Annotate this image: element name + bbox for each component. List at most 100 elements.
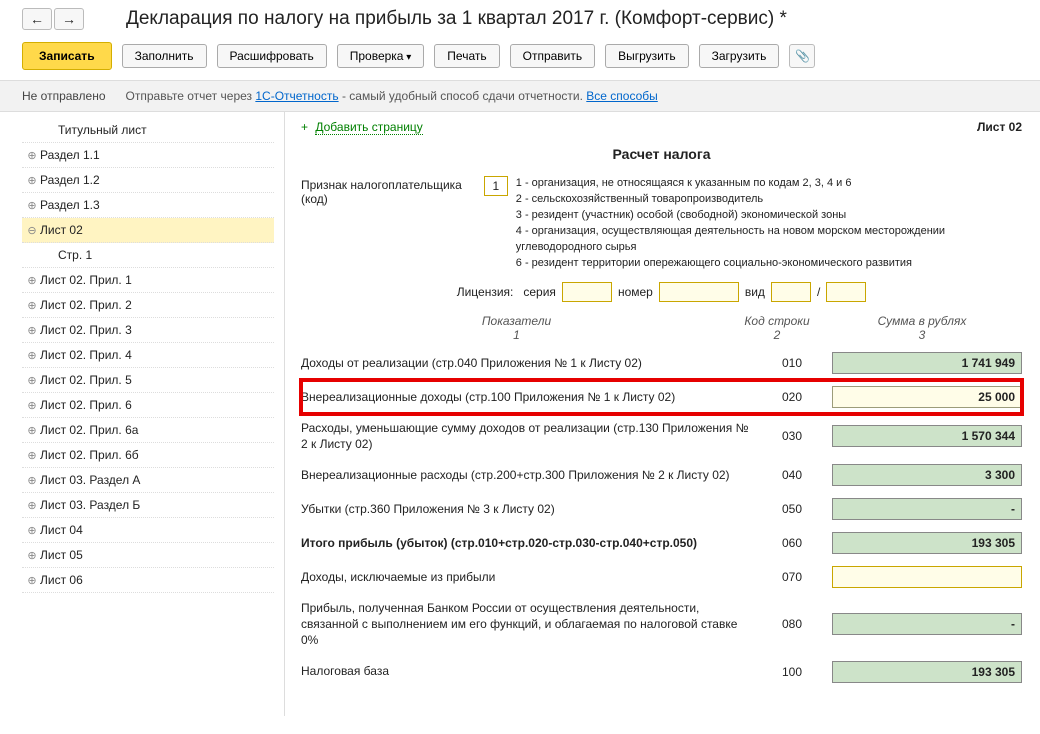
add-page-link[interactable]: + Добавить страницу	[301, 120, 423, 134]
table-row: Убытки (стр.360 Приложения № 3 к Листу 0…	[301, 492, 1022, 526]
print-button[interactable]: Печать	[434, 44, 499, 68]
row-sum-input[interactable]: 3 300	[832, 464, 1022, 486]
taxpayer-codes-description: 1 - организация, не относящаяся к указан…	[516, 176, 1022, 272]
check-button[interactable]: Проверка	[337, 44, 425, 68]
sidebar-item[interactable]: ⊕Лист 02. Прил. 3	[22, 318, 274, 343]
taxpayer-code-line: 2 - сельскохозяйственный товаропроизводи…	[516, 192, 1022, 208]
row-sum-input[interactable]: 193 305	[832, 661, 1022, 683]
sidebar-item[interactable]: ⊕Лист 02. Прил. 6б	[22, 443, 274, 468]
expand-icon[interactable]: ⊕	[24, 324, 40, 337]
expand-icon[interactable]: ⊕	[24, 574, 40, 587]
attach-button[interactable]: 📎	[789, 44, 815, 68]
expand-icon[interactable]: ⊕	[24, 399, 40, 412]
sidebar-item-label: Раздел 1.3	[40, 198, 100, 212]
sidebar-item-label: Лист 02. Прил. 2	[40, 298, 132, 312]
import-button[interactable]: Загрузить	[699, 44, 780, 68]
nav-forward-button[interactable]: →	[54, 8, 84, 30]
expand-icon[interactable]: ⊕	[24, 474, 40, 487]
row-description: Прибыль, полученная Банком России от осу…	[301, 600, 762, 649]
decode-button[interactable]: Расшифровать	[217, 44, 327, 68]
taxpayer-code-line: 4 - организация, осуществляющая деятельн…	[516, 224, 1022, 256]
sidebar-item-label: Титульный лист	[58, 123, 147, 137]
sidebar-item[interactable]: ⊕Раздел 1.2	[22, 168, 274, 193]
sidebar-item-label: Лист 03. Раздел Б	[40, 498, 140, 512]
row-description: Налоговая база	[301, 663, 762, 679]
export-button[interactable]: Выгрузить	[605, 44, 689, 68]
sidebar-item[interactable]: ⊕Лист 02. Прил. 5	[22, 368, 274, 393]
sidebar-item[interactable]: ⊕Лист 04	[22, 518, 274, 543]
sidebar-item[interactable]: ⊕Лист 06	[22, 568, 274, 593]
sidebar-item[interactable]: ⊕Лист 02. Прил. 6	[22, 393, 274, 418]
row-sum-input[interactable]: -	[832, 613, 1022, 635]
taxpayer-code-input[interactable]: 1	[484, 176, 508, 196]
expand-icon[interactable]: ⊕	[24, 449, 40, 462]
row-code: 050	[762, 502, 822, 516]
row-sum-input[interactable]: 25 000	[832, 386, 1022, 408]
paperclip-icon: 📎	[795, 49, 810, 63]
save-button[interactable]: Записать	[22, 42, 112, 70]
col-2-num: 2	[774, 328, 781, 342]
expand-icon[interactable]: ⊕	[24, 149, 40, 162]
expand-icon[interactable]: ⊕	[24, 424, 40, 437]
sheet-label: Лист 02	[977, 120, 1022, 134]
sidebar-item[interactable]: ⊕Лист 02. Прил. 1	[22, 268, 274, 293]
table-row: Внереализационные доходы (стр.100 Прилож…	[301, 380, 1022, 414]
expand-icon[interactable]: ⊕	[24, 524, 40, 537]
all-ways-link[interactable]: Все способы	[586, 89, 658, 103]
expand-icon[interactable]: ⊕	[24, 274, 40, 287]
table-row: Налоговая база100193 305	[301, 655, 1022, 689]
sidebar-item[interactable]: ⊕Раздел 1.3	[22, 193, 274, 218]
row-sum-input[interactable]: -	[832, 498, 1022, 520]
license-extra-input[interactable]	[826, 282, 866, 302]
expand-icon[interactable]: ⊕	[24, 199, 40, 212]
taxpayer-code-line: 1 - организация, не относящаяся к указан…	[516, 176, 1022, 192]
row-sum-input[interactable]: 193 305	[832, 532, 1022, 554]
row-description: Доходы от реализации (стр.040 Приложения…	[301, 355, 762, 371]
page-title: Декларация по налогу на прибыль за 1 ква…	[126, 8, 787, 30]
sidebar-item-label: Раздел 1.1	[40, 148, 100, 162]
row-sum-input[interactable]: 1 570 344	[832, 425, 1022, 447]
sidebar-item-label: Лист 02. Прил. 6	[40, 398, 132, 412]
col-1-title: Показатели	[482, 314, 551, 328]
expand-icon[interactable]: ⊕	[24, 374, 40, 387]
sidebar-item-label: Лист 02. Прил. 4	[40, 348, 132, 362]
status-hint: Отправьте отчет через 1С-Отчетность - са…	[126, 89, 658, 103]
col-3-title: Сумма в рублях	[878, 314, 967, 328]
expand-icon[interactable]: ⊕	[24, 299, 40, 312]
row-code: 080	[762, 617, 822, 631]
license-number-input[interactable]	[659, 282, 739, 302]
expand-icon[interactable]: ⊕	[24, 549, 40, 562]
reporting-service-link[interactable]: 1С-Отчетность	[255, 89, 338, 103]
table-row: Расходы, уменьшающие сумму доходов от ре…	[301, 414, 1022, 458]
row-code: 020	[762, 390, 822, 404]
license-slash: /	[817, 285, 820, 299]
table-row: Прибыль, полученная Банком России от осу…	[301, 594, 1022, 655]
send-button[interactable]: Отправить	[510, 44, 596, 68]
sidebar-item[interactable]: ⊕Лист 02. Прил. 4	[22, 343, 274, 368]
sidebar-item[interactable]: Стр. 1	[22, 243, 274, 268]
license-kind-input[interactable]	[771, 282, 811, 302]
sidebar-item[interactable]: ⊕Лист 03. Раздел Б	[22, 493, 274, 518]
license-label: Лицензия:	[457, 285, 514, 299]
license-row: Лицензия: серия номер вид /	[301, 282, 1022, 302]
sidebar-item[interactable]: ⊕Лист 02. Прил. 6а	[22, 418, 274, 443]
sidebar-item[interactable]: ⊖Лист 02	[22, 218, 274, 243]
expand-icon[interactable]: ⊕	[24, 349, 40, 362]
expand-icon[interactable]: ⊖	[24, 224, 40, 237]
nav-back-button[interactable]: ←	[22, 8, 52, 30]
expand-icon[interactable]: ⊕	[24, 499, 40, 512]
sidebar-item[interactable]: ⊕Лист 05	[22, 543, 274, 568]
sidebar-item[interactable]: ⊕Лист 03. Раздел А	[22, 468, 274, 493]
row-sum-input[interactable]	[832, 566, 1022, 588]
expand-icon[interactable]: ⊕	[24, 174, 40, 187]
sidebar-item[interactable]: Титульный лист	[22, 118, 274, 143]
sidebar-item[interactable]: ⊕Лист 02. Прил. 2	[22, 293, 274, 318]
row-description: Убытки (стр.360 Приложения № 3 к Листу 0…	[301, 501, 762, 517]
sidebar-item[interactable]: ⊕Раздел 1.1	[22, 143, 274, 168]
taxpayer-label: Признак налогоплательщика (код)	[301, 176, 476, 206]
sidebar-item-label: Раздел 1.2	[40, 173, 100, 187]
license-series-input[interactable]	[562, 282, 612, 302]
row-code: 060	[762, 536, 822, 550]
fill-button[interactable]: Заполнить	[122, 44, 207, 68]
row-sum-input[interactable]: 1 741 949	[832, 352, 1022, 374]
